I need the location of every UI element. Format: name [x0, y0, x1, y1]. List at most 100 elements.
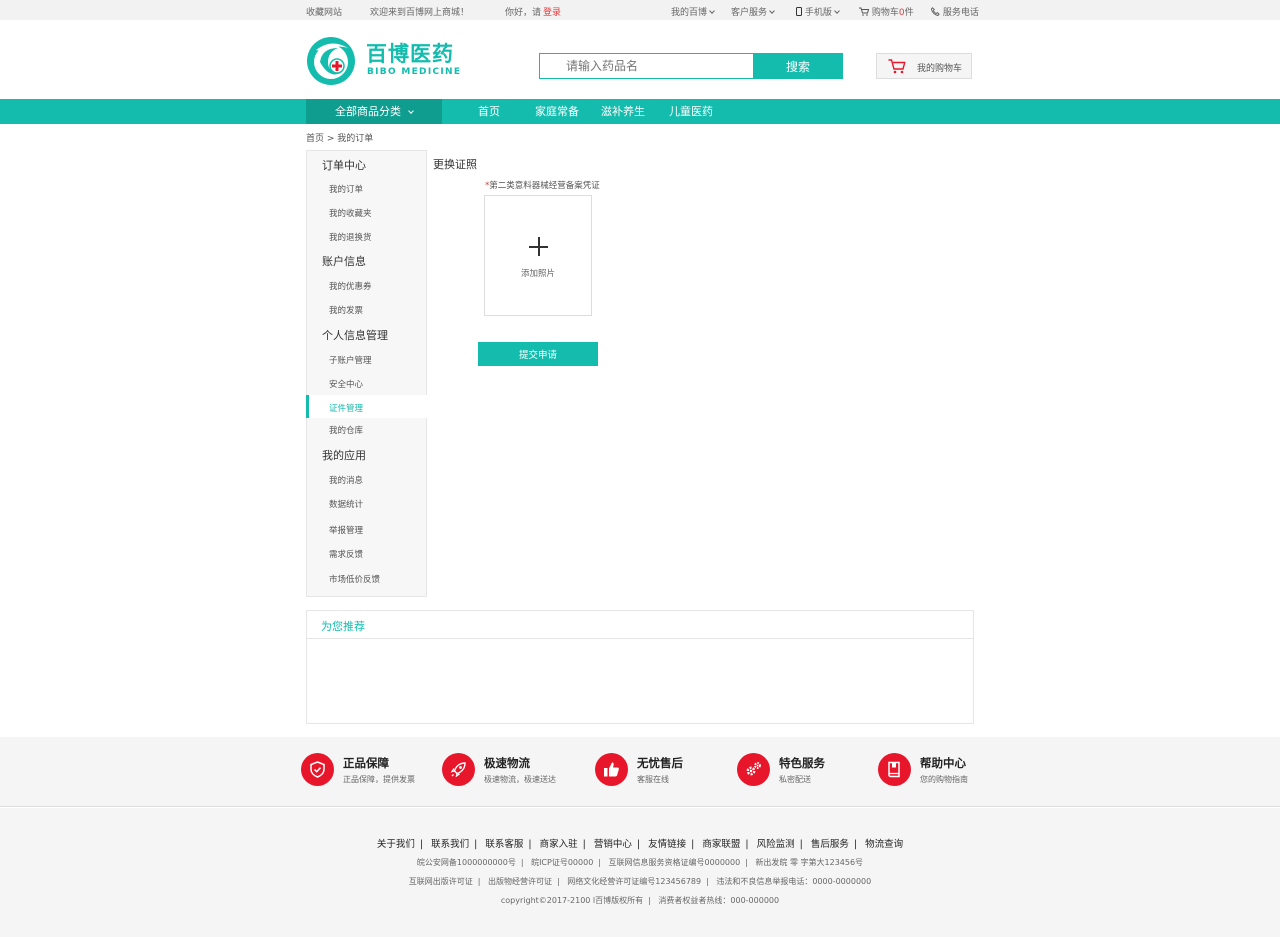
- sidebar-item-security[interactable]: 安全中心: [329, 378, 363, 390]
- sidebar-item-feedback[interactable]: 需求反馈: [329, 548, 363, 560]
- cart-icon: [859, 7, 870, 16]
- license-text: 互联网出版许可证: [408, 877, 473, 886]
- chevron-down-icon: [834, 8, 840, 14]
- license-text: 互联网信息服务资格证编号0000000: [608, 858, 741, 867]
- search-input[interactable]: [540, 54, 754, 78]
- sidebar-item-returns[interactable]: 我的退换货: [329, 231, 372, 243]
- submit-button[interactable]: 提交申请: [478, 342, 598, 366]
- favorite-link[interactable]: 收藏网站: [306, 5, 342, 18]
- nav-item-children[interactable]: 儿童医药: [669, 99, 713, 124]
- footer-license-line-1: 皖公安网备1000000000号 | 皖ICP证号00000 | 互联网信息服务资格…: [416, 858, 864, 867]
- cart-button[interactable]: 我的购物车: [876, 53, 972, 79]
- sidebar-item-warehouse[interactable]: 我的仓库: [329, 424, 363, 436]
- field-label: *第二类意料器械经营备案凭证: [485, 179, 600, 191]
- sidebar-group-account: 账户信息: [322, 255, 366, 268]
- license-text: 新出发皖 零 字第大123456号: [755, 858, 864, 867]
- feature-after-sales[interactable]: 无忧售后 客服在线: [595, 753, 735, 789]
- footer-link-merchant-join[interactable]: 商家入驻: [540, 839, 578, 850]
- search-box: 搜索: [539, 53, 843, 79]
- mobile-label: 手机版: [804, 8, 832, 18]
- feature-icon-circle: [878, 753, 911, 786]
- header: 百博医药 BIBO MEDICINE 搜索 我的购物车: [0, 20, 1280, 99]
- footer-link-logistics[interactable]: 物流查询: [865, 839, 903, 850]
- page-title: 更换证照: [433, 158, 477, 171]
- logo[interactable]: 百博医药 BIBO MEDICINE: [306, 36, 460, 86]
- sidebar-item-reports[interactable]: 举报管理: [329, 524, 363, 536]
- footer-copyright: copyright©2017-2100 l百博版权所有 | 消费者权益者热线：00…: [500, 896, 780, 905]
- field-label-text: 第二类意料器械经营备案凭证: [489, 181, 600, 191]
- sidebar-item-my-orders[interactable]: 我的订单: [329, 183, 363, 195]
- sidebar-item-coupons[interactable]: 我的优惠券: [329, 280, 372, 292]
- cart-count-unit: 件: [904, 8, 914, 18]
- sidebar-item-certificates[interactable]: 证件管理: [329, 402, 363, 414]
- logo-text-en: BIBO MEDICINE: [367, 67, 462, 77]
- consumer-hotline: 消费者权益者热线：000-000000: [658, 896, 780, 905]
- sidebar-item-price-feedback[interactable]: 市场低价反馈: [329, 573, 380, 585]
- footer-link-alliance[interactable]: 商家联盟: [702, 839, 740, 850]
- hotline-link[interactable]: 服务电话: [930, 5, 979, 18]
- recommend-title: 为您推荐: [321, 620, 365, 633]
- copyright-text: copyright©2017-2100 l百博版权所有: [500, 896, 644, 905]
- footer-link-support[interactable]: 联系客服: [485, 839, 523, 850]
- license-text: 皖ICP证号00000: [531, 858, 594, 867]
- sidebar-item-invoices[interactable]: 我的发票: [329, 304, 363, 316]
- feature-icon-circle: [737, 753, 770, 786]
- sidebar-item-favorites[interactable]: 我的收藏夹: [329, 207, 372, 219]
- all-categories-menu[interactable]: 全部商品分类: [306, 99, 442, 124]
- feature-title: 无忧售后: [637, 756, 683, 770]
- sidebar: 订单中心 我的订单 我的收藏夹 我的退换货 账户信息 我的优惠券 我的发票 个人…: [306, 150, 427, 597]
- thumbs-up-icon: [604, 762, 619, 777]
- my-bibo-menu[interactable]: 我的百博: [671, 5, 715, 18]
- feature-help-center[interactable]: 帮助中心 您的购物指南: [878, 753, 1018, 789]
- nav-item-home[interactable]: 首页: [478, 99, 500, 124]
- footer-link-marketing[interactable]: 营销中心: [594, 839, 632, 850]
- mobile-menu[interactable]: 手机版: [796, 5, 840, 18]
- sidebar-item-sub-accounts[interactable]: 子账户管理: [329, 354, 372, 366]
- feature-logistics[interactable]: 极速物流 极速物流，极速送达: [442, 753, 582, 789]
- feature-icon-circle: [595, 753, 628, 786]
- sidebar-item-messages[interactable]: 我的消息: [329, 474, 363, 486]
- footer-link-after-sales[interactable]: 售后服务: [811, 839, 849, 850]
- top-bar: 收藏网站 欢迎来到百博网上商城！ 你好，请 登录 我的百博 客户服务 手机版 购…: [0, 0, 1280, 20]
- search-button[interactable]: 搜索: [753, 53, 843, 79]
- logo-text-cn: 百博医药: [366, 42, 454, 66]
- chevron-down-icon: [709, 8, 715, 14]
- sidebar-item-statistics[interactable]: 数据统计: [329, 498, 363, 510]
- phone-icon: [796, 7, 802, 16]
- license-text: 皖公安网备1000000000号: [416, 858, 516, 867]
- footer-link-friends[interactable]: 友情链接: [648, 839, 686, 850]
- feature-title: 极速物流: [484, 756, 530, 770]
- feature-special-service[interactable]: 特色服务 私密配送: [737, 753, 877, 789]
- chevron-down-icon: [408, 108, 414, 114]
- nav-item-family[interactable]: 家庭常备: [535, 99, 579, 124]
- feature-icon-circle: [301, 753, 334, 786]
- upload-label: 添加照片: [520, 269, 555, 279]
- logo-mark-icon: [307, 37, 355, 85]
- feature-title: 帮助中心: [920, 756, 966, 770]
- feature-genuine[interactable]: 正品保障 正品保障，提供发票: [301, 753, 441, 789]
- customer-service-menu[interactable]: 客户服务: [731, 5, 775, 18]
- recommend-header: 为您推荐: [307, 611, 973, 639]
- feature-subtitle: 私密配送: [779, 775, 811, 784]
- gears-icon: [746, 762, 761, 776]
- footer-links: 关于我们 | 联系我们 | 联系客服 | 商家入驻 | 营销中心 | 友情链接 | 商家联盟…: [376, 839, 904, 850]
- topbar-cart-link[interactable]: 购物车0件: [859, 5, 914, 18]
- sidebar-group-apps: 我的应用: [322, 449, 366, 462]
- footer-link-contact[interactable]: 联系我们: [431, 839, 469, 850]
- footer: 关于我们 | 联系我们 | 联系客服 | 商家入驻 | 营销中心 | 友情链接 | 商家联盟…: [0, 808, 1280, 937]
- footer-link-about[interactable]: 关于我们: [377, 839, 415, 850]
- book-icon: [888, 761, 900, 778]
- topbar-cart-label: 购物车: [871, 8, 899, 18]
- greeting-text: 你好，请: [505, 8, 542, 18]
- login-link[interactable]: 登录: [543, 5, 561, 18]
- rocket-icon: [450, 762, 466, 778]
- footer-license-line-2: 互联网出版许可证 | 出版物经营许可证 | 网络文化经营许可证编号123456789…: [408, 877, 872, 886]
- sidebar-group-profile: 个人信息管理: [322, 329, 388, 342]
- hotline-label: 服务电话: [942, 8, 979, 18]
- license-text: 出版物经营许可证: [488, 877, 553, 886]
- footer-link-risk[interactable]: 风险监测: [757, 839, 795, 850]
- breadcrumb[interactable]: 首页 > 我的订单: [306, 131, 373, 144]
- photo-upload-box[interactable]: 添加照片: [484, 195, 592, 316]
- nav-item-tonic[interactable]: 滋补养生: [601, 99, 645, 124]
- features-bar: 正品保障 正品保障，提供发票 极速物流 极速物流，极速送达 无忧售后 客服在线 …: [0, 737, 1280, 807]
